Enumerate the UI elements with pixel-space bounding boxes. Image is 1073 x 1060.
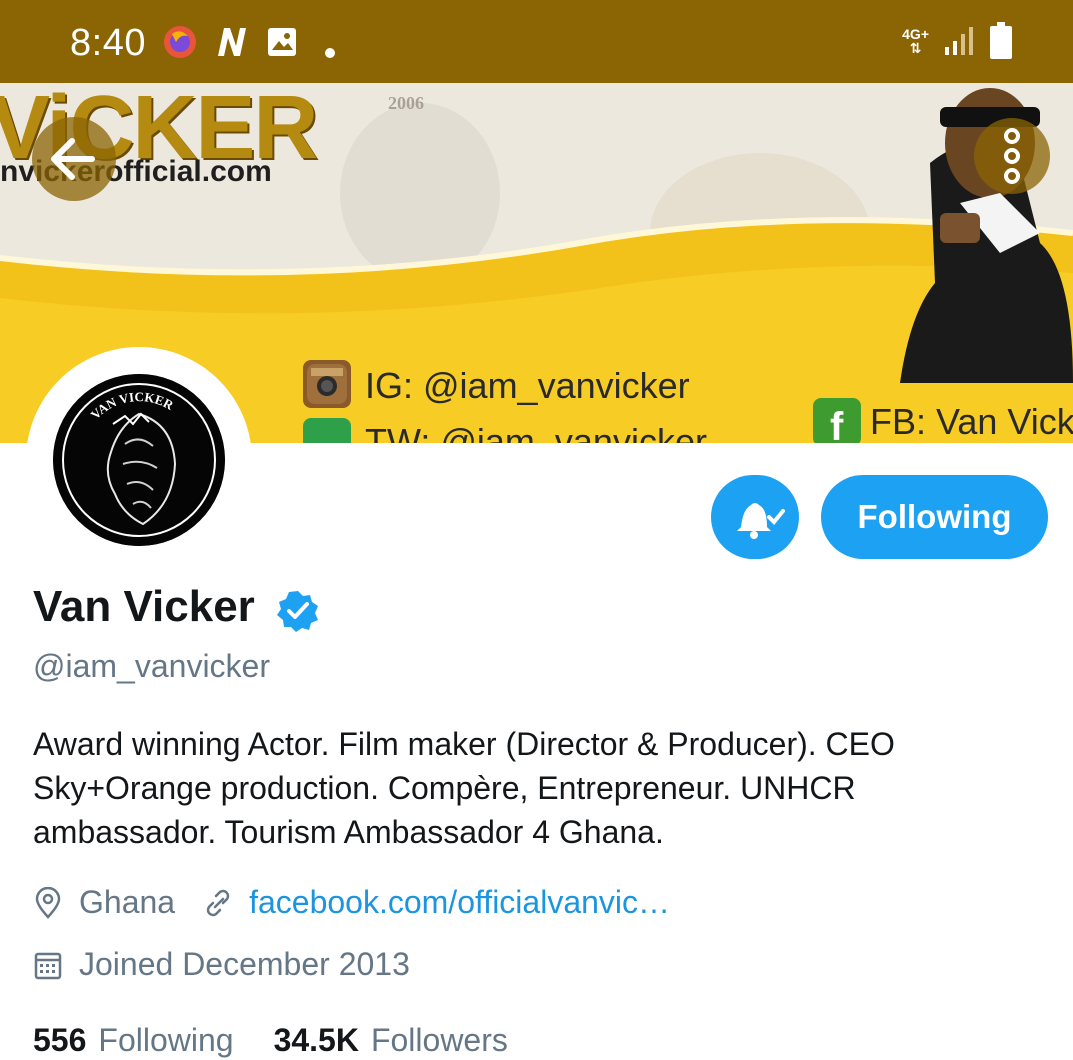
- bio-line: Sky+Orange production. Compère, Entrepre…: [33, 770, 856, 806]
- battery-icon: [990, 22, 1012, 59]
- more-options-button[interactable]: [974, 118, 1050, 194]
- profile-bio: Award winning Actor. Film maker (Directo…: [33, 722, 1043, 854]
- firefox-focus-icon: [164, 26, 196, 58]
- banner-year: 2006: [388, 93, 424, 113]
- notifications-button[interactable]: [711, 475, 799, 559]
- profile-website-link[interactable]: facebook.com/officialvanvic…: [249, 884, 670, 921]
- followers-count: 34.5K: [273, 1022, 359, 1058]
- signal-icon: [945, 27, 973, 55]
- profile-handle: @iam_vanvicker: [33, 648, 270, 684]
- calendar-icon: [34, 952, 62, 979]
- profile-name: Van Vicker: [33, 582, 255, 631]
- image-icon: [268, 28, 296, 56]
- status-right-icons: 4G+ ⇅: [902, 22, 1013, 60]
- svg-text:f: f: [830, 405, 844, 443]
- followers-stat[interactable]: 34.5K Followers: [274, 1022, 508, 1059]
- bell-check-icon: [737, 503, 785, 539]
- n-app-icon: [218, 28, 246, 56]
- banner-instagram: IG: @iam_vanvicker: [365, 365, 690, 406]
- status-time: 8:40: [70, 22, 146, 64]
- profile-meta-joined: Joined December 2013: [33, 946, 410, 983]
- following-label: Following: [98, 1022, 234, 1058]
- bio-line: ambassador. Tourism Ambassador 4 Ghana.: [33, 814, 664, 850]
- lion-logo-image: VAN VICKER: [53, 374, 225, 546]
- twitter-logo-icon: [303, 418, 351, 443]
- profile-meta-location-website: Ghana facebook.com/officialvanvic…: [33, 884, 670, 921]
- banner-facebook: FB: Van Vick: [870, 401, 1073, 442]
- link-icon: [206, 889, 230, 916]
- profile-joined-date: Joined December 2013: [79, 946, 410, 982]
- more-vertical-icon: [1004, 128, 1020, 184]
- profile-location: Ghana: [79, 884, 176, 920]
- location-pin-icon: [35, 886, 61, 919]
- following-stat[interactable]: 556 Following: [33, 1022, 234, 1059]
- network-type: 4G+ ⇅: [902, 26, 929, 56]
- facebook-logo-icon: f: [813, 398, 861, 443]
- dot-icon: [325, 48, 335, 58]
- verified-badge-icon: [277, 591, 318, 632]
- status-bar: 8:40 4G+ ⇅: [0, 0, 1073, 83]
- instagram-logo-icon: [303, 360, 351, 408]
- following-button[interactable]: Following: [821, 475, 1048, 559]
- avatar[interactable]: VAN VICKER: [53, 374, 225, 546]
- back-button[interactable]: [32, 117, 116, 201]
- back-arrow-icon: [51, 138, 95, 180]
- banner-twitter: TW: @iam_vanvicker: [365, 421, 707, 443]
- profile-stats: 556 Following 34.5K Followers: [33, 1022, 508, 1059]
- following-count: 556: [33, 1022, 87, 1058]
- bio-line: Award winning Actor. Film maker (Directo…: [33, 726, 895, 762]
- followers-label: Followers: [370, 1022, 508, 1058]
